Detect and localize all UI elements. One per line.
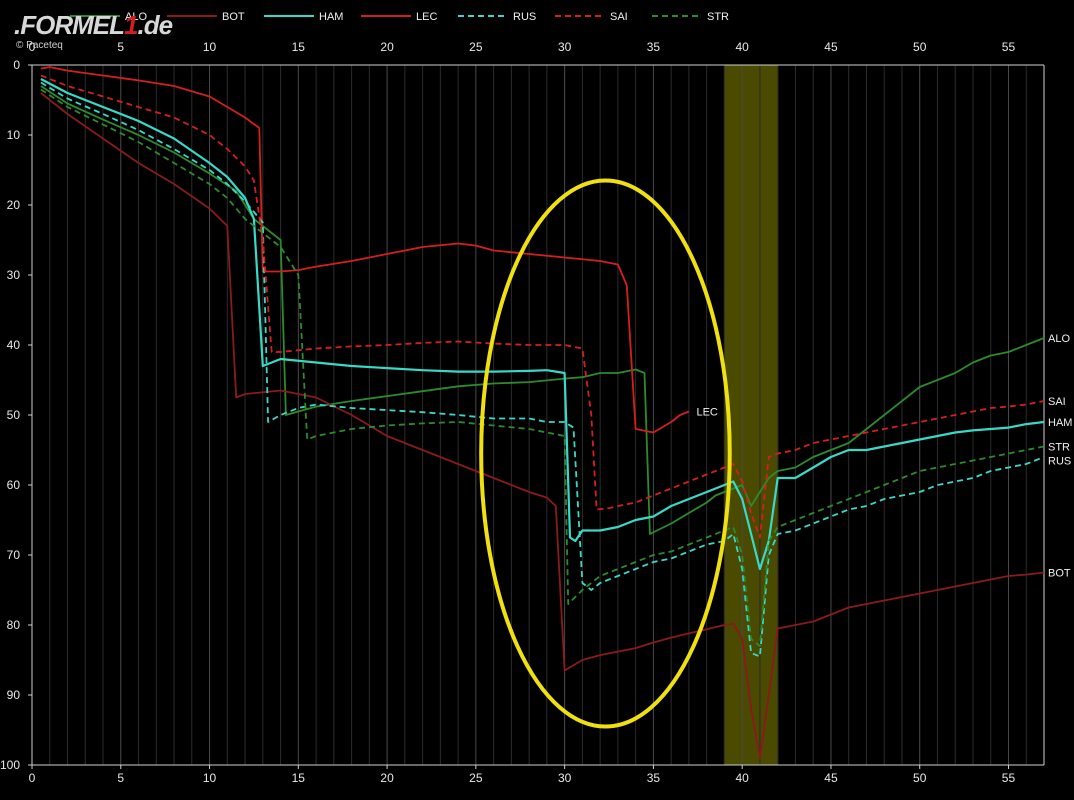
x-tick-label-top: 20: [380, 40, 394, 54]
x-tick-label: 30: [558, 771, 572, 785]
x-tick-label: 0: [29, 771, 36, 785]
y-tick-label: 30: [7, 268, 21, 282]
x-tick-label: 20: [380, 771, 394, 785]
y-tick-label: 40: [7, 338, 21, 352]
x-tick-label: 50: [913, 771, 927, 785]
end-label-bot: BOT: [1048, 568, 1071, 580]
end-label-ham: HAM: [1048, 417, 1072, 429]
x-tick-label-top: 25: [469, 40, 483, 54]
x-tick-label: 40: [735, 771, 749, 785]
legend-label-lec: LEC: [416, 11, 437, 23]
y-tick-label: 70: [7, 548, 21, 562]
x-tick-label: 25: [469, 771, 483, 785]
x-tick-label-top: 5: [117, 40, 124, 54]
x-tick-label: 10: [203, 771, 217, 785]
x-tick-label-top: 35: [647, 40, 661, 54]
y-tick-label: 0: [13, 58, 20, 72]
y-tick-label: 90: [7, 688, 21, 702]
x-tick-label: 5: [117, 771, 124, 785]
x-tick-label: 55: [1002, 771, 1016, 785]
end-label-str: STR: [1048, 442, 1070, 454]
y-tick-label: 50: [7, 408, 21, 422]
legend-label-sai: SAI: [610, 11, 628, 23]
y-tick-label: 20: [7, 198, 21, 212]
x-tick-label-top: 30: [558, 40, 572, 54]
y-tick-label: 10: [7, 128, 21, 142]
y-tick-label: 60: [7, 478, 21, 492]
legend-label-rus: RUS: [513, 11, 536, 23]
inline-label-lec: LEC: [696, 407, 717, 419]
legend-label-ham: HAM: [319, 11, 343, 23]
x-tick-label-top: 50: [913, 40, 927, 54]
end-label-sai: SAI: [1048, 396, 1066, 408]
legend-label-bot: BOT: [222, 11, 245, 23]
x-tick-label: 35: [647, 771, 661, 785]
end-label-alo: ALO: [1048, 333, 1070, 345]
x-tick-label: 15: [292, 771, 306, 785]
logo-credit: © Paceteq: [16, 40, 63, 51]
x-tick-label-top: 10: [203, 40, 217, 54]
formel1-logo: .FORMEL1.de: [14, 10, 173, 40]
legend-label-str: STR: [707, 11, 729, 23]
x-tick-label: 45: [824, 771, 838, 785]
safety-car-band: [723, 64, 779, 766]
x-tick-label-top: 40: [735, 40, 749, 54]
x-tick-label-top: 55: [1002, 40, 1016, 54]
race-gap-chart: 0102030405060708090100005510101515202025…: [0, 11, 1072, 785]
end-label-rus: RUS: [1048, 456, 1071, 468]
y-tick-label: 100: [0, 758, 20, 772]
x-tick-label-top: 45: [824, 40, 838, 54]
y-tick-label: 80: [7, 618, 21, 632]
x-tick-label-top: 15: [292, 40, 306, 54]
